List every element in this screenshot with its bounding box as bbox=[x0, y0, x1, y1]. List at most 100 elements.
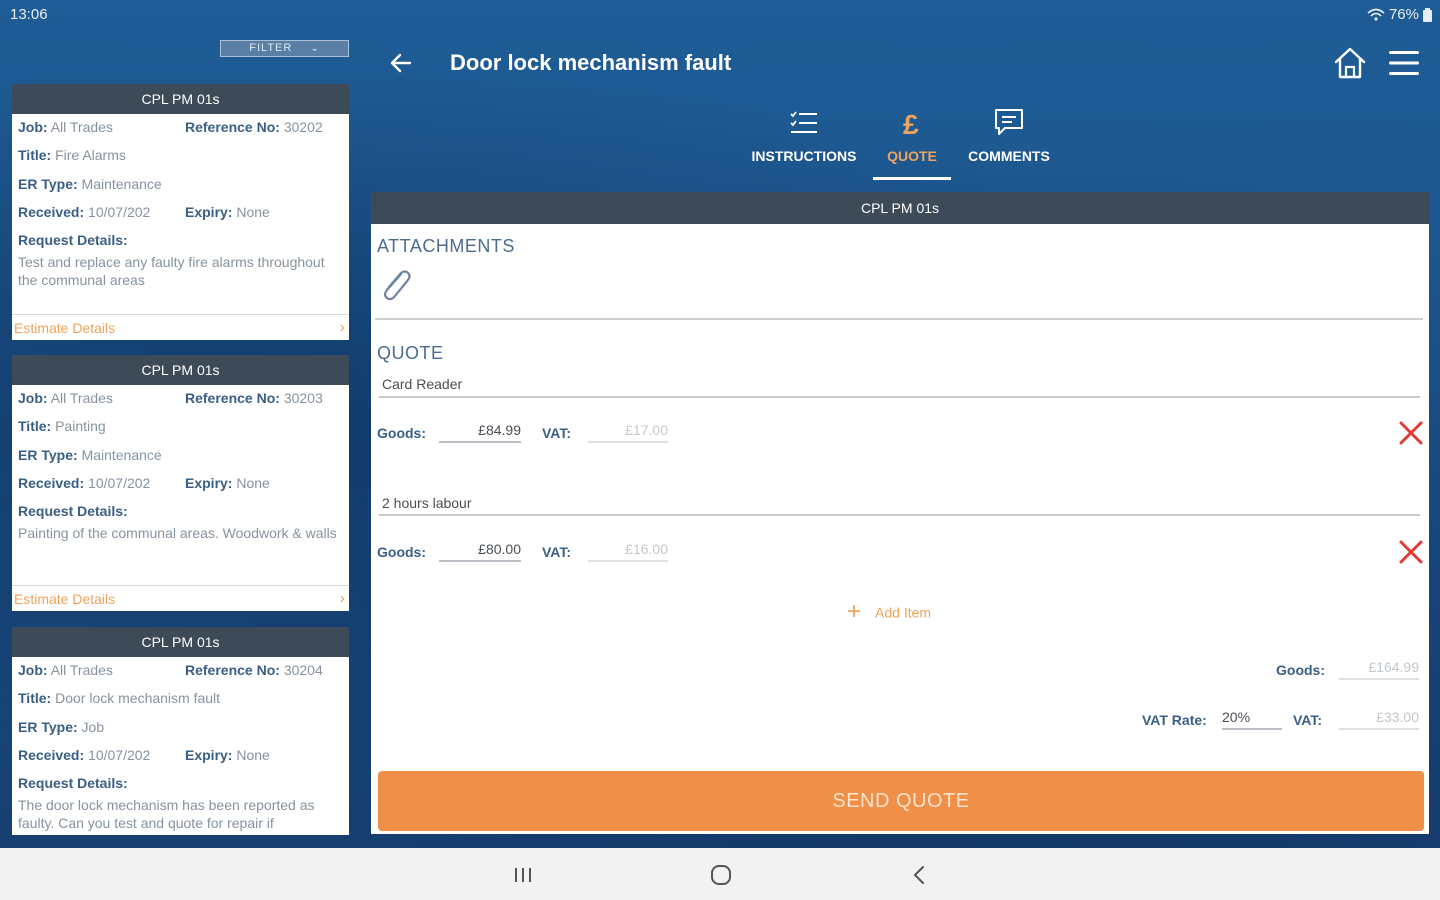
attachments-title: ATTACHMENTS bbox=[377, 236, 515, 256]
er-type-label: ER Type: bbox=[18, 176, 78, 192]
item-name-underline bbox=[379, 396, 1420, 398]
er-type-value: Maintenance bbox=[81, 447, 162, 463]
job-value: All Trades bbox=[50, 662, 113, 678]
filter-button[interactable]: FILTER ⌄ bbox=[220, 40, 349, 57]
svg-text:£: £ bbox=[903, 109, 919, 140]
job-label: Job: bbox=[18, 662, 48, 678]
battery-percent: 76% bbox=[1388, 6, 1419, 23]
received-value: 10/07/202 bbox=[88, 204, 151, 220]
title-label: Title: bbox=[18, 418, 52, 434]
tab-quote-label: QUOTE bbox=[887, 148, 937, 164]
received-label: Received: bbox=[18, 204, 85, 220]
item-name-input[interactable]: Card Reader bbox=[382, 376, 462, 392]
expiry-value: None bbox=[236, 204, 270, 220]
goods-input[interactable]: £84.99 bbox=[439, 422, 521, 443]
er-type-row: ER Type: Maintenance bbox=[18, 447, 162, 463]
expiry-value: None bbox=[236, 475, 270, 491]
send-quote-button[interactable]: SEND QUOTE bbox=[378, 771, 1424, 831]
chevron-right-icon: › bbox=[339, 319, 345, 336]
received-row: Received: 10/07/202 Expiry: None bbox=[18, 475, 270, 491]
received-value: 10/07/202 bbox=[88, 747, 151, 763]
add-item-button[interactable]: + Add Item bbox=[847, 598, 932, 628]
job-row: Job: All Trades Reference No: 30204 bbox=[18, 662, 323, 678]
add-item-label: Add Item bbox=[875, 604, 932, 621]
panel-header: CPL PM 01s bbox=[371, 192, 1429, 224]
request-details-row: Request Details: bbox=[18, 232, 128, 248]
comment-icon bbox=[995, 109, 1023, 135]
title-label: Title: bbox=[18, 690, 52, 706]
total-goods-value: £164.99 bbox=[1339, 659, 1419, 680]
home-button-icon[interactable] bbox=[710, 864, 732, 886]
vat-value: £16.00 bbox=[588, 541, 668, 562]
vat-label: VAT: bbox=[542, 425, 572, 441]
total-vat-label: VAT: bbox=[1293, 712, 1323, 728]
expiry-value: None bbox=[236, 747, 270, 763]
delete-icon[interactable] bbox=[1398, 539, 1424, 565]
tab-quote[interactable]: £ QUOTE bbox=[873, 106, 951, 164]
active-tab-indicator bbox=[873, 177, 951, 180]
job-row: Job: All Trades Reference No: 30202 bbox=[18, 119, 323, 135]
estimate-details-label: Estimate Details bbox=[14, 591, 116, 607]
job-label: Job: bbox=[18, 119, 48, 135]
paperclip-icon[interactable] bbox=[377, 266, 413, 302]
title-value: Door lock mechanism fault bbox=[55, 690, 221, 706]
request-details-text: Test and replace any faulty fire alarms … bbox=[18, 254, 325, 288]
job-value: All Trades bbox=[50, 390, 113, 406]
er-type-label: ER Type: bbox=[18, 447, 78, 463]
er-type-value: Job bbox=[81, 719, 105, 735]
estimate-details-link[interactable]: Estimate Details › bbox=[12, 585, 349, 611]
received-row: Received: 10/07/202 Expiry: None bbox=[18, 204, 270, 220]
title-row: Title: Fire Alarms bbox=[18, 147, 126, 163]
recent-apps-icon[interactable] bbox=[512, 866, 534, 884]
estimate-details-label: Estimate Details bbox=[14, 320, 116, 336]
back-button-icon[interactable] bbox=[910, 864, 930, 886]
received-label: Received: bbox=[18, 475, 85, 491]
delete-icon[interactable] bbox=[1398, 420, 1424, 446]
er-type-label: ER Type: bbox=[18, 719, 78, 735]
vat-value: £17.00 bbox=[588, 422, 668, 443]
vat-rate-input[interactable]: 20% bbox=[1222, 709, 1282, 730]
expiry-label: Expiry: bbox=[185, 204, 233, 220]
job-card[interactable]: CPL PM 01s Job: All Trades Reference No:… bbox=[12, 84, 349, 340]
reference-label: Reference No: bbox=[185, 662, 280, 678]
total-vat-value: £33.00 bbox=[1339, 709, 1419, 730]
er-type-row: ER Type: Job bbox=[18, 719, 104, 735]
reference-value: 30204 bbox=[283, 662, 323, 678]
request-details-label: Request Details: bbox=[18, 775, 128, 791]
expiry-label: Expiry: bbox=[185, 747, 233, 763]
title-row: Title: Door lock mechanism fault bbox=[18, 690, 220, 706]
request-details-label: Request Details: bbox=[18, 503, 128, 519]
tab-comments[interactable]: COMMENTS bbox=[962, 106, 1056, 164]
status-time: 13:06 bbox=[10, 6, 48, 23]
request-details-text: Painting of the communal areas. Woodwork… bbox=[18, 525, 337, 541]
expiry-label: Expiry: bbox=[185, 475, 233, 491]
er-type-value: Maintenance bbox=[81, 176, 162, 192]
received-row: Received: 10/07/202 Expiry: None bbox=[18, 747, 270, 763]
hamburger-menu-icon[interactable] bbox=[1388, 49, 1420, 77]
filter-label: FILTER bbox=[249, 42, 293, 54]
request-details-row: Request Details: bbox=[18, 503, 128, 519]
item-name-underline bbox=[379, 514, 1420, 516]
job-card[interactable]: CPL PM 01s Job: All Trades Reference No:… bbox=[12, 627, 349, 835]
total-goods-label: Goods: bbox=[1276, 662, 1325, 678]
quote-panel: CPL PM 01s ATTACHMENTS QUOTE Card Reader… bbox=[371, 192, 1429, 834]
chevron-right-icon: › bbox=[339, 590, 345, 607]
item-name-input[interactable]: 2 hours labour bbox=[382, 495, 472, 511]
tab-instructions[interactable]: INSTRUCTIONS bbox=[746, 106, 862, 164]
wifi-icon bbox=[1367, 8, 1385, 21]
reference-label: Reference No: bbox=[185, 390, 280, 406]
back-arrow-icon[interactable] bbox=[388, 50, 414, 76]
goods-input[interactable]: £80.00 bbox=[439, 541, 521, 562]
title-row: Title: Painting bbox=[18, 418, 106, 434]
title-value: Painting bbox=[55, 418, 106, 434]
reference-label: Reference No: bbox=[185, 119, 280, 135]
job-card-header: CPL PM 01s bbox=[12, 355, 349, 385]
home-icon[interactable] bbox=[1333, 46, 1367, 80]
title-label: Title: bbox=[18, 147, 52, 163]
pound-icon: £ bbox=[903, 109, 919, 140]
request-details-row: Request Details: bbox=[18, 775, 128, 791]
tab-comments-label: COMMENTS bbox=[968, 148, 1050, 164]
job-card[interactable]: CPL PM 01s Job: All Trades Reference No:… bbox=[12, 355, 349, 611]
job-label: Job: bbox=[18, 390, 48, 406]
estimate-details-link[interactable]: Estimate Details › bbox=[12, 314, 349, 340]
